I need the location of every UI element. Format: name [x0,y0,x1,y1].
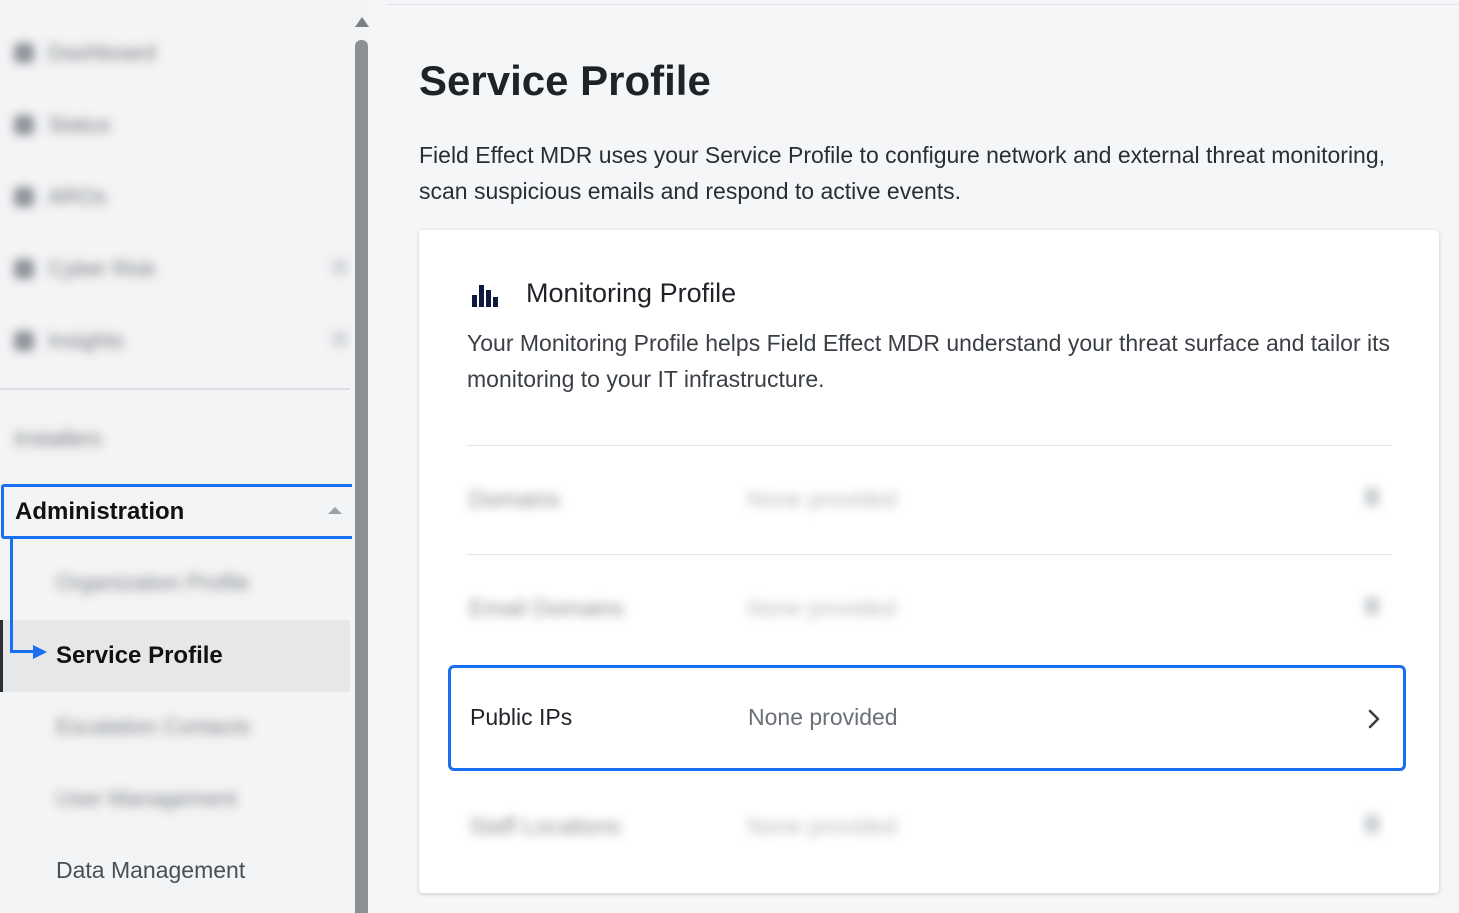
profile-row-public-ips[interactable]: Public IPs None provided [448,665,1406,771]
sidebar-item-label: Installers [14,426,103,451]
chevron-right-icon [1365,815,1379,833]
row-value: None provided [747,486,897,512]
page-title: Service Profile [419,57,711,104]
row-label: Staff Locations [469,813,621,839]
row-divider [467,445,1392,446]
sidebar-section-administration[interactable]: Administration [1,484,355,539]
sidebar-item-aros[interactable]: AROs [14,177,107,217]
sidebar-item-organization-profile[interactable]: Organization Profile [56,570,249,596]
sidebar-item-label: Dashboard [48,40,156,65]
card-description: Your Monitoring Profile helps Field Effe… [467,330,1391,392]
row-divider [467,554,1392,555]
annotation-connector [10,650,34,653]
sidebar: Dashboard Status AROs Cyber Risk Insight… [0,0,356,913]
sidebar-item-status[interactable]: Status [14,105,110,145]
profile-row-domains[interactable]: Domains None provided [467,480,1392,520]
status-icon [14,115,34,135]
row-value: None provided [747,595,897,621]
scroll-up-icon[interactable] [355,17,369,27]
cyber-risk-icon [14,259,34,279]
sidebar-item-escalation-contacts[interactable]: Escalation Contacts [56,714,250,740]
dashboard-icon [14,43,34,63]
annotation-connector [10,539,13,653]
sidebar-item-label: Status [48,112,111,137]
sidebar-item-label: Insights [48,328,124,353]
row-label: Domains [469,486,560,512]
aro-icon [14,187,34,207]
sidebar-item-service-profile[interactable]: Service Profile [0,620,350,692]
profile-row-staff-locations[interactable]: Staff Locations None provided [467,807,1392,847]
sidebar-item-dashboard[interactable]: Dashboard [14,33,156,73]
chevron-down-icon [332,331,348,347]
chevron-right-icon [1365,597,1379,615]
sidebar-item-installers[interactable]: Installers [14,419,102,459]
chevron-down-icon [332,259,348,275]
row-value: None provided [747,813,897,839]
sidebar-item-cyber-risk[interactable]: Cyber Risk [14,249,354,289]
annotation-arrow-icon [33,645,47,659]
header-divider [387,4,1459,5]
row-value: None provided [748,704,898,730]
profile-row-email-domains[interactable]: Email Domains None provided [467,589,1392,629]
sidebar-divider [0,388,350,390]
page-description: Field Effect MDR uses your Service Profi… [419,142,1386,204]
sidebar-item-data-management[interactable]: Data Management [56,857,245,884]
scrollbar-thumb[interactable] [355,40,368,913]
card-title: Monitoring Profile [526,278,737,308]
sidebar-item-label: Service Profile [56,642,223,669]
sidebar-item-label: Cyber Risk [48,256,156,281]
bar-chart-icon [472,283,498,307]
sidebar-item-insights[interactable]: Insights [14,321,354,361]
chevron-up-icon [328,507,342,514]
sidebar-item-label: AROs [48,184,107,209]
chevron-right-icon [1368,709,1380,729]
insights-icon [14,331,34,351]
sidebar-item-user-management[interactable]: User Management [56,786,237,812]
row-label: Public IPs [470,704,573,730]
administration-label: Administration [15,497,185,525]
row-label: Email Domains [469,595,624,621]
chevron-right-icon [1365,488,1379,506]
